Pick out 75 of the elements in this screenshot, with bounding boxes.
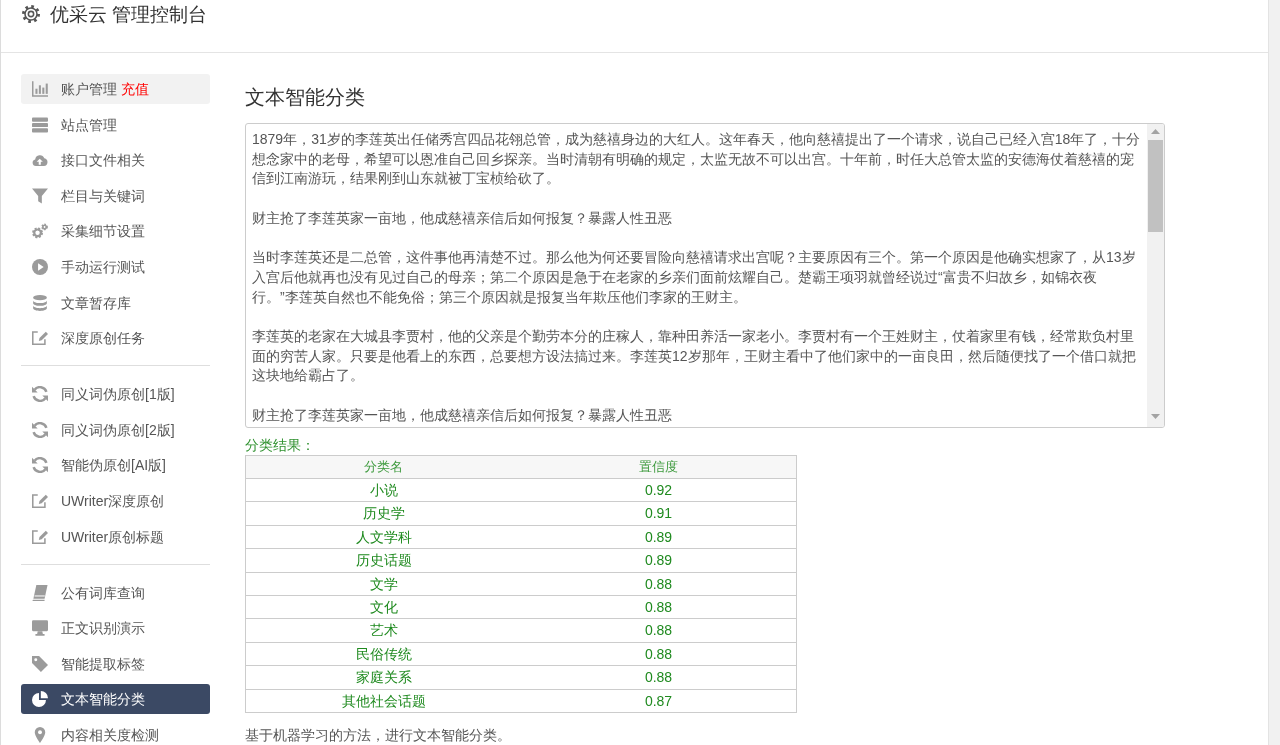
scrollbar-thumb[interactable] — [1148, 140, 1163, 232]
play-icon — [32, 258, 48, 275]
sidebar-item[interactable]: 文章暂存库 — [21, 287, 210, 318]
edit-icon — [32, 528, 48, 545]
sidebar-item[interactable]: 同义词伪原创[2版] — [21, 414, 210, 445]
server-icon — [32, 116, 48, 133]
article-paragraph: 1879年，31岁的李莲英出任储秀宫四品花翎总管，成为慈禧身边的大红人。这年春天，他向慈禧提出了一个请求，说自己已经入宫18年了，十分想念家中的老母，希望可以恩准自己回乡探亲。当时清朝有明确的规定，太监无故不可以出宫。十年前，时任大总管太监的安德海仗着慈禧的宠信到江南游玩，结果刚到山东就被丁宝桢给砍了。 — [252, 130, 1141, 189]
table-cell: 艺术 — [245, 618, 521, 643]
result-label: 分类结果： — [245, 436, 316, 454]
bar-chart-icon — [32, 81, 48, 97]
edit-icon — [32, 330, 48, 347]
pin-icon — [32, 726, 48, 743]
refresh-icon — [32, 421, 48, 438]
sidebar-item[interactable]: 接口文件相关 — [21, 145, 210, 176]
page-title: 文本智能分类 — [245, 85, 366, 109]
filter-icon — [32, 187, 48, 204]
book-icon — [32, 584, 48, 601]
sidebar-item[interactable]: UWriter深度原创 — [21, 485, 210, 516]
table-cell: 0.88 — [521, 642, 797, 666]
article-paragraph: 财主抢了李莲英家一亩地，他成慈禧亲信后如何报复？暴露人性丑恶 — [252, 405, 673, 425]
table-cell: 小说 — [245, 478, 521, 502]
table-cell: 0.87 — [521, 689, 797, 713]
table-cell: 历史学 — [245, 501, 521, 526]
footer-note: 基于机器学习的方法，进行文本智能分类。 — [245, 726, 512, 745]
table-cell: 家庭关系 — [245, 665, 521, 690]
article-paragraph: 当时李莲英还是二总管，这件事他再清楚不过。那么他为何还要冒险向慈禧请求出宫呢？主要原因有三个。第一个原因是他确实想家了，从13岁入宫后他就再也没有见过自己的母亲；第二个原因是急于在老家的乡亲们面前炫耀自己。楚霸王项羽就曾经说过“富贵不归故乡，如锦衣夜行。”李莲英自然也不能免俗；第三个原因就是报复当年欺压他们李家的王财主。 — [252, 248, 1137, 307]
sidebar-item[interactable]: 智能伪原创[AI版] — [21, 450, 210, 481]
sidebar-item[interactable]: 文本智能分类 — [21, 684, 210, 715]
sidebar-item[interactable]: 正文识别演示 — [21, 613, 210, 644]
table-cell: 文学 — [245, 572, 521, 596]
table-cell: 历史话题 — [245, 548, 521, 573]
table-cell: 人文学科 — [245, 525, 521, 549]
textarea-scrollbar[interactable] — [1147, 124, 1164, 427]
sidebar-item[interactable]: 深度原创任务 — [21, 323, 210, 354]
table-cell: 0.88 — [521, 618, 797, 643]
sidebar-item[interactable]: 站点管理 — [21, 109, 210, 140]
tag-icon — [32, 655, 48, 672]
sidebar-item[interactable]: UWriter原创标题 — [21, 521, 210, 552]
sidebar-item[interactable]: 公有词库查询 — [21, 577, 210, 608]
table-cell: 0.88 — [521, 572, 797, 596]
monitor-icon — [32, 620, 48, 637]
table-cell: 0.89 — [521, 525, 797, 549]
sidebar-item[interactable]: 栏目与关键词 — [21, 180, 210, 211]
table-cell: 0.88 — [521, 595, 797, 619]
edit-icon — [32, 492, 48, 509]
pie-chart-icon — [32, 691, 48, 708]
table-cell: 0.92 — [521, 478, 797, 502]
header-title: 优采云 管理控制台 — [50, 4, 208, 26]
table-cell: 其他社会话题 — [245, 689, 521, 713]
table-cell: 文化 — [245, 595, 521, 619]
column-header: 置信度 — [521, 455, 797, 479]
article-text-field[interactable] — [245, 123, 1165, 428]
column-header: 分类名 — [245, 455, 521, 479]
refresh-icon — [32, 457, 48, 474]
article-paragraph: 财主抢了李莲英家一亩地，他成慈禧亲信后如何报复？暴露人性丑恶 — [252, 208, 673, 228]
scroll-down-icon[interactable] — [1151, 414, 1160, 419]
sidebar-item[interactable]: 智能提取标签 — [21, 648, 210, 679]
database-icon — [32, 294, 48, 311]
sidebar-item[interactable]: 内容相关度检测 — [21, 719, 210, 745]
scroll-up-icon[interactable] — [1151, 129, 1160, 134]
gears-icon — [32, 223, 48, 240]
cloud-upload-icon — [32, 152, 48, 169]
sidebar-item[interactable]: 手动运行测试 — [21, 251, 210, 282]
sidebar-item[interactable]: 采集细节设置 — [21, 216, 210, 247]
table-cell: 0.91 — [521, 501, 797, 526]
table-cell: 0.89 — [521, 548, 797, 573]
refresh-icon — [32, 386, 48, 403]
article-paragraph: 李莲英的老家在大城县李贾村，他的父亲是个勤劳本分的庄稼人，靠种田养活一家老小。李贾村有一个王姓财主，仗着家里有钱，经常欺负村里面的穷苦人家。只要是他看上的东西，总要想方设法搞过来。李莲英12岁那年，王财主看中了他们家中的一亩良田，然后随便找了一个借口就把这块地给霸占了。 — [252, 327, 1137, 386]
page-scrollbar[interactable] — [1268, 0, 1280, 745]
sidebar-item[interactable]: 账户管理 充值 — [21, 74, 210, 104]
table-cell: 民俗传统 — [245, 642, 521, 666]
table-cell: 0.88 — [521, 665, 797, 690]
sidebar-item[interactable]: 同义词伪原创[1版] — [21, 379, 210, 410]
recharge-link[interactable]: 充值 — [121, 81, 149, 97]
settings-icon[interactable] — [22, 5, 40, 23]
